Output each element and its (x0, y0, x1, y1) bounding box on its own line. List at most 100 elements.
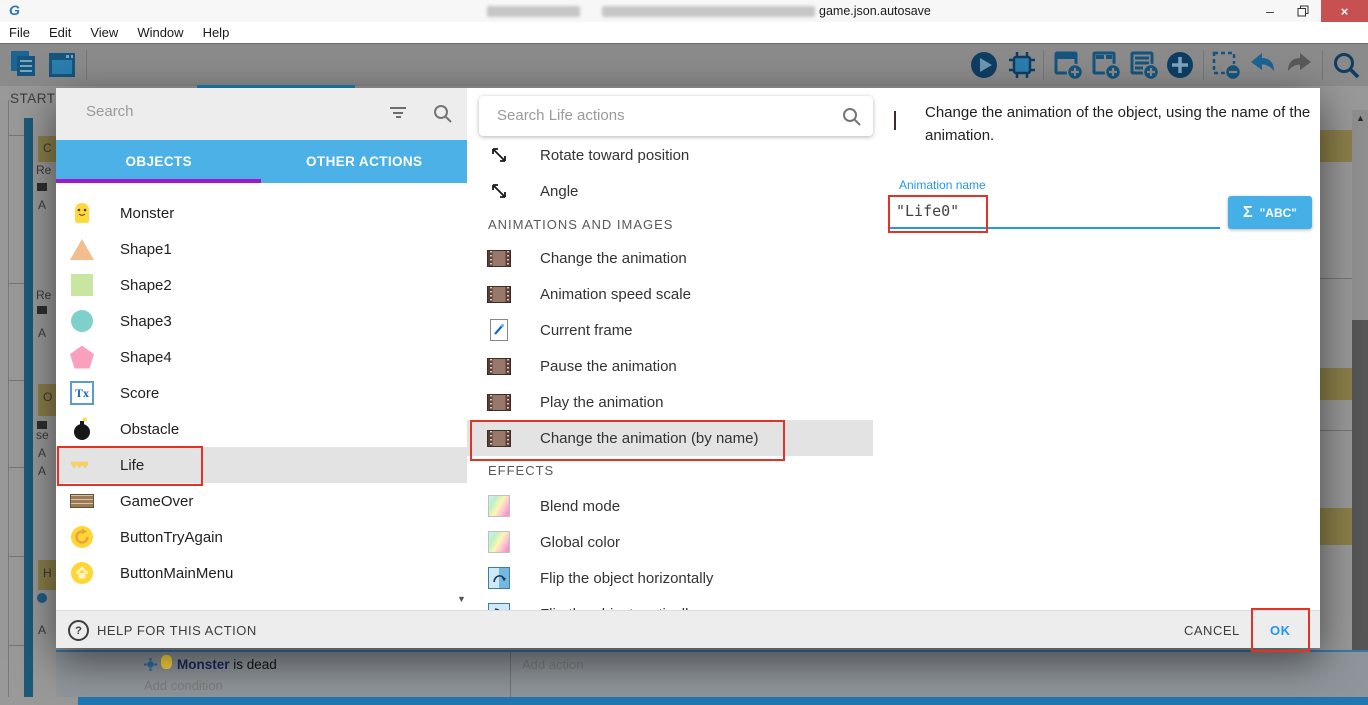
close-icon: × (1341, 4, 1349, 19)
event-indent-bar (24, 118, 33, 697)
toolbar-separator (1203, 50, 1204, 80)
event-row-monster-dead[interactable]: Monster is dead Add condition Add action (56, 650, 1368, 697)
action-row-animation-speed-scale[interactable]: Animation speed scale (467, 276, 873, 312)
action-search-input[interactable] (495, 106, 819, 125)
event-text-fragment: Re (36, 163, 51, 177)
filter-icon[interactable] (390, 107, 406, 121)
event-text-fragment: A (38, 446, 46, 460)
dialog-footer: ? HELP FOR THIS ACTION CANCEL OK (56, 610, 1320, 648)
frame-icon (490, 319, 508, 341)
bomb-icon (72, 417, 92, 441)
condition-gear-icon (144, 658, 157, 671)
animation-name-value[interactable]: "Life0" (896, 202, 959, 220)
event-text-fragment: se (36, 428, 49, 442)
film-strip-icon (487, 430, 511, 447)
object-row-buttonmainmenu[interactable]: ButtonMainMenu (56, 555, 467, 591)
event-text-fragment: C (43, 141, 52, 155)
menu-help[interactable]: Help (203, 25, 230, 40)
text-object-icon: Tx (70, 381, 94, 405)
object-row-shape1[interactable]: Shape1 (56, 231, 467, 267)
object-row-obstacle[interactable]: Obstacle (56, 411, 467, 447)
description-film-icon (894, 112, 896, 130)
add-event-icon[interactable] (1052, 49, 1084, 81)
project-manager-icon[interactable] (8, 49, 40, 81)
object-row-shape4[interactable]: Shape4 (56, 339, 467, 375)
window-title: game.json.autosave (819, 4, 931, 18)
object-row-shape3[interactable]: Shape3 (56, 303, 467, 339)
triangle-icon (70, 239, 94, 260)
play-icon[interactable] (968, 49, 1000, 81)
event-text-fragment: A (38, 464, 46, 478)
rainbow-icon (488, 495, 510, 517)
help-link[interactable]: HELP FOR THIS ACTION (97, 623, 257, 638)
gdevelop-window: G game.json.autosave – × File Edit View … (0, 0, 1368, 705)
film-strip-icon (487, 358, 511, 375)
menu-file[interactable]: File (9, 25, 30, 40)
comment-row-fragment (1320, 130, 1352, 162)
cancel-button[interactable]: CANCEL (1184, 623, 1240, 638)
remove-event-icon[interactable] (1210, 49, 1242, 81)
undo-icon[interactable] (1247, 49, 1279, 81)
film-strip-icon (487, 250, 511, 267)
object-row-gameover[interactable]: GameOver (56, 483, 467, 519)
toolbar-separator (1322, 50, 1323, 80)
search-icon[interactable] (432, 103, 453, 124)
add-condition-link[interactable]: Add condition (144, 678, 223, 693)
action-row-change-animation[interactable]: Change the animation (467, 240, 873, 276)
object-row-life[interactable]: ♥♥♥ Life (56, 447, 467, 483)
add-comment-icon[interactable] (1128, 49, 1160, 81)
action-row-blend-mode[interactable]: Blend mode (467, 488, 873, 524)
field-underline (889, 227, 1220, 229)
menu-view[interactable]: View (90, 25, 118, 40)
object-row-buttontryagain[interactable]: ButtonTryAgain (56, 519, 467, 555)
restart-button-icon (70, 525, 94, 549)
action-row-flip-horizontal[interactable]: Flip the object horizontally (467, 560, 873, 596)
tab-objects[interactable]: OBJECTS (56, 140, 262, 183)
square-icon (71, 274, 93, 296)
expression-editor-button[interactable]: Σ "ABC" (1228, 196, 1312, 229)
action-search-icon (841, 106, 862, 127)
menu-edit[interactable]: Edit (49, 25, 71, 40)
object-search-input[interactable] (84, 102, 378, 121)
restore-button[interactable] (1288, 0, 1318, 22)
object-row-shape2[interactable]: Shape2 (56, 267, 467, 303)
action-row-angle[interactable]: Angle (467, 173, 873, 209)
debug-icon[interactable] (1006, 49, 1038, 81)
ok-button[interactable]: OK (1270, 623, 1291, 638)
object-row-score[interactable]: Tx Score (56, 375, 467, 411)
redacted-title-segment (602, 6, 815, 17)
animation-name-label: Animation name (899, 178, 986, 192)
add-circle-icon[interactable] (1164, 49, 1196, 81)
scene-tab-label[interactable]: START (10, 91, 56, 106)
minimize-icon: – (1266, 3, 1274, 19)
event-text-fragment: A (38, 198, 46, 212)
scroll-up-icon[interactable]: ▲ (1356, 113, 1365, 123)
object-list-scroll-down-icon[interactable]: ▼ (457, 594, 466, 604)
event-column-divider (510, 652, 511, 697)
action-row-change-animation-by-name[interactable]: Change the animation (by name) (467, 420, 873, 456)
action-row-current-frame[interactable]: Current frame (467, 312, 873, 348)
action-list: Rotate toward position Angle ANIMATIONS … (467, 88, 885, 612)
window-scrollbar-thumb[interactable] (1352, 320, 1368, 705)
toolbar-search-icon[interactable] (1330, 49, 1362, 81)
event-text-fragment: A (38, 623, 46, 637)
action-row-play-animation[interactable]: Play the animation (467, 384, 873, 420)
action-description: Change the animation of the object, usin… (925, 101, 1317, 148)
minimize-button[interactable]: – (1255, 0, 1285, 22)
redo-icon[interactable] (1283, 49, 1315, 81)
circle-icon (71, 310, 93, 332)
object-row-monster[interactable]: Monster (56, 195, 467, 231)
add-action-link[interactable]: Add action (522, 657, 583, 672)
comment-row-fragment (1320, 508, 1352, 545)
tab-other-actions[interactable]: OTHER ACTIONS (262, 140, 468, 183)
action-search-bar (479, 96, 873, 136)
scene-editor-icon[interactable] (46, 49, 78, 81)
action-row-global-color[interactable]: Global color (467, 524, 873, 560)
close-button[interactable]: × (1321, 0, 1368, 22)
add-sub-event-icon[interactable] (1090, 49, 1122, 81)
menu-window[interactable]: Window (137, 25, 183, 40)
event-text-fragment: O (43, 390, 52, 404)
hearts-icon: ♥♥♥ (71, 459, 88, 471)
action-row-pause-animation[interactable]: Pause the animation (467, 348, 873, 384)
action-row-rotate-toward-position[interactable]: Rotate toward position (467, 137, 873, 173)
